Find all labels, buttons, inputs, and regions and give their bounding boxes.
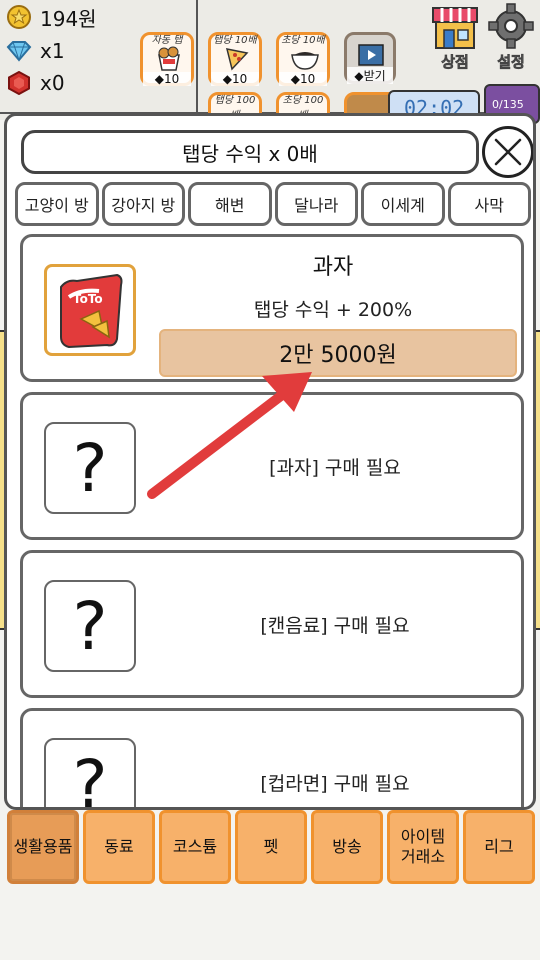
coin-amount: 194원 — [40, 6, 97, 31]
auto-tap-boost-button[interactable]: 자동 탭 ◆10 — [140, 32, 194, 86]
divider — [196, 0, 198, 112]
pizza-slice-icon — [225, 48, 249, 71]
ruby-counter: x0 — [6, 68, 65, 98]
nav-household-items[interactable]: 생활용품 — [7, 810, 79, 884]
nav-costume[interactable]: 코스튬 — [159, 810, 231, 884]
gear-icon — [488, 3, 534, 49]
item-card-locked: ? [컵라면] 구매 필요 — [20, 708, 524, 807]
ruby-amount: x0 — [40, 71, 65, 95]
boost-label: 초당 10배 — [281, 35, 325, 46]
nav-colleagues[interactable]: 동료 — [83, 810, 155, 884]
boost-cost-value: 10 — [163, 72, 180, 86]
boost-label: 탭당 10배 — [213, 35, 257, 46]
tap-10x-boost-button[interactable]: 탭당 10배 ◆10 — [208, 32, 262, 86]
video-label: 받기 — [363, 69, 386, 83]
upgrade-modal: 탭당 수익 x 0배 고양이 방 강아지 방 해변 달나라 이세계 사막 ToT… — [4, 113, 536, 810]
chicken-bucket-icon — [158, 46, 180, 71]
settings-label: 설정 — [497, 53, 525, 72]
gem-amount: x1 — [40, 39, 65, 63]
shop-label: 상점 — [441, 53, 469, 72]
sec-10x-boost-button[interactable]: 초당 10배 ◆10 — [276, 32, 330, 86]
noodle-bowl-icon — [291, 52, 319, 70]
close-button[interactable] — [482, 126, 533, 178]
video-reward-label: ◆받기 — [347, 67, 393, 84]
tab-another-world[interactable]: 이세계 — [361, 182, 445, 226]
red-hexagon-gem-icon — [6, 70, 32, 96]
svg-text:ToTo: ToTo — [73, 292, 103, 306]
tab-beach[interactable]: 해변 — [188, 182, 272, 226]
shop-button[interactable]: 상점 — [428, 2, 482, 72]
boost-label: 자동 탭 — [151, 35, 183, 46]
gold-coin-icon — [6, 4, 32, 30]
settings-button[interactable]: 설정 — [484, 2, 538, 72]
boost-cost: ◆10 — [279, 72, 327, 86]
tab-moon[interactable]: 달나라 — [274, 182, 358, 226]
chips-bag-icon: ToTo — [44, 264, 136, 356]
item-requirement: [과자] 구매 필요 — [269, 457, 401, 479]
tab-desert[interactable]: 사막 — [447, 182, 531, 226]
item-name: 과자 — [312, 255, 354, 280]
item-card-locked: ? [캔음료] 구매 필요 — [20, 550, 524, 698]
item-card-snack: ToTo 과자 탭당 수익 + 200% 2만 5000원 — [20, 234, 524, 382]
nav-league[interactable]: 리그 — [463, 810, 535, 884]
boost-cost: ◆10 — [143, 72, 191, 86]
nav-item-exchange[interactable]: 아이템 거래소 — [387, 810, 459, 884]
gem-counter: x1 — [6, 36, 65, 66]
item-card-locked: ? [과자] 구매 필요 — [20, 392, 524, 540]
modal-title: 탭당 수익 x 0배 — [21, 130, 479, 174]
item-description: 탭당 수익 + 200% — [253, 299, 413, 321]
nav-pet[interactable]: 펫 — [235, 810, 307, 884]
coin-counter: 194원 — [6, 2, 97, 32]
item-requirement: [캔음료] 구매 필요 — [260, 615, 410, 637]
nav-broadcast[interactable]: 방송 — [311, 810, 383, 884]
bottom-navigation: 생활용품 동료 코스튬 펫 방송 아이템 거래소 리그 — [7, 810, 535, 884]
boost-cost-value: 10 — [299, 72, 316, 86]
item-requirement: [컵라면] 구매 필요 — [260, 773, 410, 795]
film-reel-icon — [358, 44, 384, 66]
buy-price-button[interactable]: 2만 5000원 — [159, 329, 517, 377]
room-tabs: 고양이 방 강아지 방 해변 달나라 이세계 사막 — [15, 182, 531, 226]
boost-cost-value: 10 — [231, 72, 248, 86]
close-x-icon — [494, 138, 522, 166]
blue-diamond-icon — [6, 38, 32, 64]
watch-video-reward-button[interactable]: ◆받기 — [344, 32, 396, 84]
question-mark-icon: ? — [44, 580, 136, 672]
question-mark-icon: ? — [44, 422, 136, 514]
shop-awning-icon — [432, 7, 478, 49]
question-mark-icon: ? — [44, 738, 136, 807]
boost-cost: ◆10 — [211, 72, 259, 86]
tab-dog-room[interactable]: 강아지 방 — [101, 182, 185, 226]
tab-cat-room[interactable]: 고양이 방 — [15, 182, 99, 226]
